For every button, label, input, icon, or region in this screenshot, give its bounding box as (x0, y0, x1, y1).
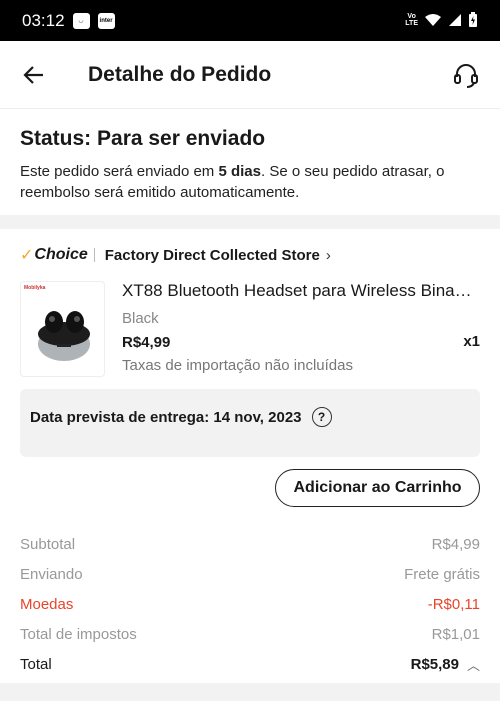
earbuds-image (38, 311, 90, 361)
summary-row-total[interactable]: Total R$5,89 ︿ (20, 649, 480, 679)
add-to-cart-button[interactable]: Adicionar ao Carrinho (275, 469, 480, 507)
product-info: XT88 Bluetooth Headset para Wireless Bin… (122, 281, 480, 381)
divider (93, 248, 95, 262)
wifi-icon (425, 14, 441, 26)
total-label: Total (20, 655, 52, 673)
product-quantity: x1 (463, 333, 480, 350)
app-badge-icon: inter (97, 12, 115, 29)
choice-badge: ✓ Choice (20, 246, 88, 264)
total-value-wrap: R$5,89 ︿ (411, 655, 480, 674)
clock: 03:12 (22, 10, 65, 30)
order-status-card: Status: Para ser enviado Este pedido ser… (0, 109, 500, 215)
chevron-right-icon: › (325, 246, 331, 264)
summary-value: -R$0,11 (427, 595, 480, 613)
product-item[interactable]: Mobilyka XT88 Bluetooth Headset para Wir… (20, 281, 480, 381)
product-image[interactable]: Mobilyka (20, 281, 105, 377)
summary-value: R$1,01 (431, 625, 480, 643)
product-variant: Black (122, 310, 159, 327)
order-card: ✓ Choice Factory Direct Collected Store ›… (0, 229, 500, 683)
notification-icon: ◡ (72, 12, 90, 29)
summary-row-taxes: Total de impostos R$1,01 (20, 619, 480, 649)
store-row[interactable]: ✓ Choice Factory Direct Collected Store › (20, 229, 480, 281)
status-bar: 03:12 ◡ inter Vo LTE (0, 0, 500, 41)
chevron-up-icon[interactable]: ︿ (467, 655, 480, 674)
check-icon: ✓ (20, 247, 34, 264)
order-status-title: Status: Para ser enviado (20, 127, 266, 150)
summary-row-subtotal: Subtotal R$4,99 (20, 529, 480, 559)
battery-icon (469, 12, 477, 27)
summary-label: Subtotal (20, 535, 76, 553)
summary-label: Enviando (20, 565, 83, 583)
summary-value: R$4,99 (431, 535, 480, 553)
total-value: R$5,89 (410, 655, 459, 673)
store-name[interactable]: Factory Direct Collected Store (105, 247, 320, 264)
signal-icon (449, 14, 461, 26)
delivery-estimate-text: Data prevista de entrega: 14 nov, 2023 (30, 409, 302, 426)
summary-row-shipping: Enviando Frete grátis (20, 559, 480, 589)
product-title[interactable]: XT88 Bluetooth Headset para Wireless Bin… (122, 281, 480, 301)
app-bar: Detalhe do Pedido (0, 41, 500, 109)
back-arrow-icon[interactable] (22, 63, 46, 87)
order-summary: Subtotal R$4,99 Enviando Frete grátis Mo… (20, 529, 480, 679)
product-price: R$4,99 (122, 334, 171, 351)
page-title: Detalhe do Pedido (88, 63, 272, 86)
summary-label: Moedas (20, 595, 74, 613)
help-icon[interactable]: ? (311, 407, 332, 427)
delivery-estimate-box: Data prevista de entrega: 14 nov, 2023 ? (20, 389, 480, 457)
product-tax-note: Taxas de importação não incluídas (122, 357, 353, 374)
summary-value: Frete grátis (404, 565, 480, 583)
customer-service-icon[interactable] (452, 61, 480, 89)
summary-label: Total de impostos (20, 625, 137, 643)
order-status-description: Este pedido será enviado em 5 dias. Se o… (20, 163, 445, 201)
summary-row-coins: Moedas -R$0,11 (20, 589, 480, 619)
product-image-brand: Mobilyka (24, 285, 46, 291)
volte-icon: Vo LTE (405, 13, 418, 27)
